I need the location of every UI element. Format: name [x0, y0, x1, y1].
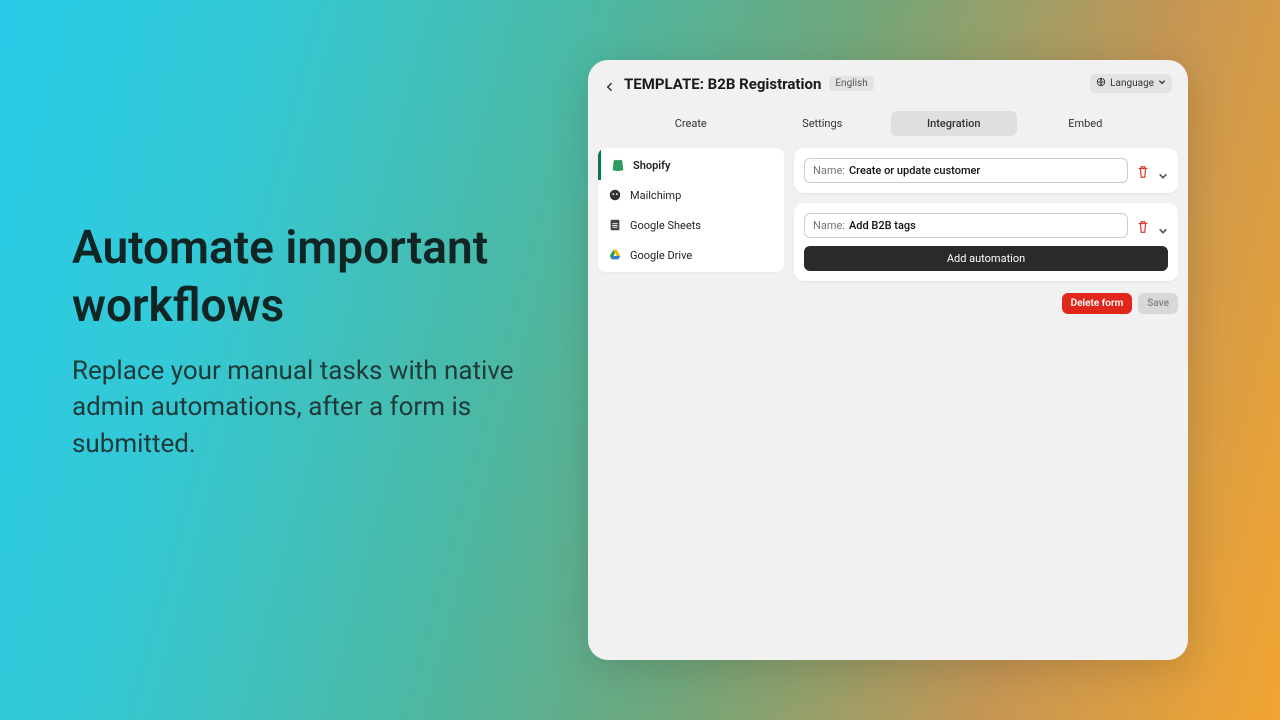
automation-row: Name: Create or update customer — [794, 148, 1178, 193]
delete-form-button[interactable]: Delete form — [1062, 293, 1133, 314]
language-selector[interactable]: Language — [1090, 74, 1172, 93]
integrations-sidebar: Shopify Mailchimp Google Sheets Google D… — [598, 148, 784, 272]
name-label: Name: — [813, 219, 845, 232]
app-header: TEMPLATE: B2B Registration English Langu… — [588, 60, 1188, 103]
google-sheets-icon — [608, 218, 622, 232]
chevron-down-icon[interactable] — [1158, 166, 1168, 176]
tab-integration[interactable]: Integration — [891, 111, 1017, 136]
sidebar-item-label: Shopify — [633, 159, 671, 172]
mailchimp-icon — [608, 188, 622, 202]
language-badge: English — [829, 76, 873, 91]
main-column: Name: Create or update customer Name: Ad… — [794, 148, 1178, 281]
name-value: Create or update customer — [849, 164, 980, 177]
page-title: TEMPLATE: B2B Registration — [624, 75, 821, 93]
shopify-icon — [611, 158, 625, 172]
globe-icon — [1096, 77, 1106, 90]
tab-embed[interactable]: Embed — [1023, 111, 1149, 136]
sidebar-item-google-drive[interactable]: Google Drive — [598, 240, 784, 270]
body: Shopify Mailchimp Google Sheets Google D… — [588, 148, 1188, 281]
automation-row: Name: Add B2B tags Add automation — [794, 203, 1178, 281]
footer-actions: Delete form Save — [588, 281, 1188, 314]
sidebar-item-mailchimp[interactable]: Mailchimp — [598, 180, 784, 210]
sidebar-item-label: Mailchimp — [630, 189, 681, 202]
sidebar-item-shopify[interactable]: Shopify — [598, 150, 784, 180]
tabs: Create Settings Integration Embed — [588, 103, 1188, 148]
sidebar-item-google-sheets[interactable]: Google Sheets — [598, 210, 784, 240]
marketing-headline: Automate important workflows — [72, 220, 542, 335]
name-value: Add B2B tags — [849, 219, 916, 232]
trash-icon[interactable] — [1136, 219, 1150, 233]
sidebar-item-label: Google Sheets — [630, 219, 701, 232]
tab-settings[interactable]: Settings — [760, 111, 886, 136]
chevron-down-icon — [1158, 78, 1166, 89]
back-arrow-icon[interactable] — [604, 78, 616, 90]
add-automation-button[interactable]: Add automation — [804, 246, 1168, 271]
tab-create[interactable]: Create — [628, 111, 754, 136]
trash-icon[interactable] — [1136, 164, 1150, 178]
chevron-down-icon[interactable] — [1158, 221, 1168, 231]
automation-name-field[interactable]: Name: Add B2B tags — [804, 213, 1128, 238]
name-label: Name: — [813, 164, 845, 177]
marketing-sub: Replace your manual tasks with native ad… — [72, 353, 542, 462]
sidebar-item-label: Google Drive — [630, 249, 692, 262]
google-drive-icon — [608, 248, 622, 262]
app-window: TEMPLATE: B2B Registration English Langu… — [588, 60, 1188, 660]
marketing-copy: Automate important workflows Replace you… — [72, 220, 542, 462]
language-label: Language — [1110, 78, 1154, 89]
automation-name-field[interactable]: Name: Create or update customer — [804, 158, 1128, 183]
save-button[interactable]: Save — [1138, 293, 1178, 314]
